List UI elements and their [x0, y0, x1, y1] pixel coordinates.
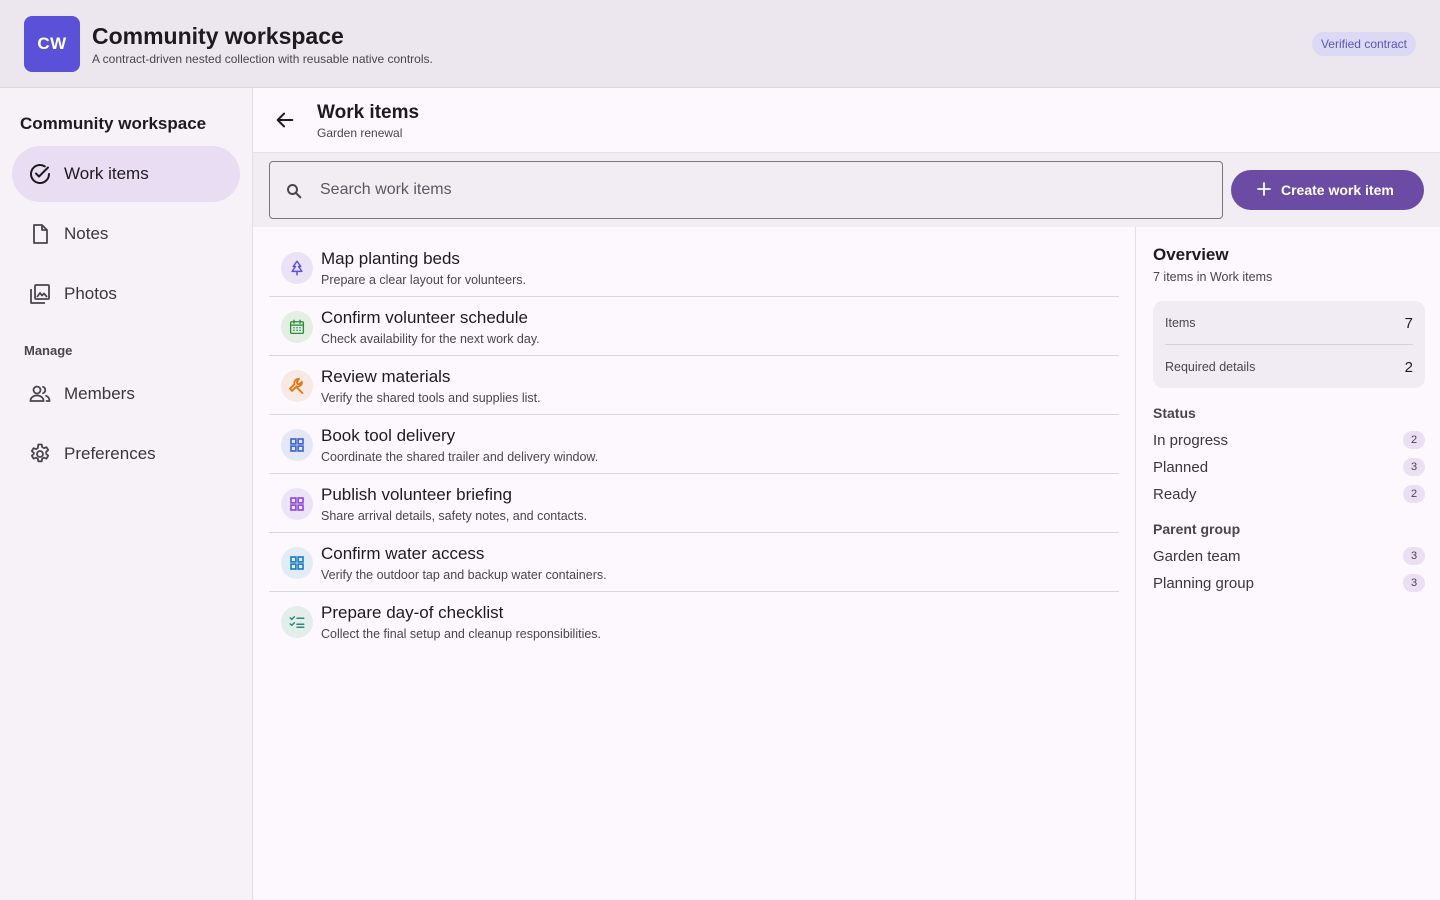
back-button[interactable] [271, 106, 299, 134]
stat-label: Required details [1165, 360, 1256, 374]
list-item[interactable]: Publish volunteer briefing Share arrival… [269, 474, 1119, 533]
item-title: Review materials [321, 367, 451, 386]
facet-label: Garden team [1153, 547, 1241, 565]
overview-title: Overview [1153, 245, 1229, 264]
list-item[interactable]: Review materials Verify the shared tools… [269, 356, 1119, 415]
list-item[interactable]: Prepare day-of checklist Collect the fin… [269, 592, 1119, 651]
app-header: CW Community workspace A contract-driven… [0, 0, 1440, 88]
grid-icon [281, 488, 313, 520]
overview-panel: Overview 7 items in Work items Items 7 R… [1135, 227, 1440, 900]
list-item[interactable]: Confirm water access Verify the outdoor … [269, 533, 1119, 592]
work-item-list: Map planting beds Prepare a clear layout… [269, 238, 1119, 651]
count-badge: 3 [1403, 458, 1425, 476]
sidebar-title: Community workspace [20, 114, 207, 133]
parent-filter-garden-team[interactable]: Garden team 3 [1153, 546, 1425, 566]
sidebar-item-label: Notes [64, 224, 109, 243]
grid-icon [281, 547, 313, 579]
sidebar-item-notes[interactable]: Notes [12, 206, 240, 262]
status-heading: Status [1153, 405, 1196, 421]
app-title: Community workspace [92, 23, 344, 49]
sidebar-item-work-items[interactable]: Work items [12, 146, 240, 202]
toolbar: Create work item [253, 153, 1440, 227]
count-badge: 2 [1403, 431, 1425, 449]
item-title: Publish volunteer briefing [321, 485, 512, 504]
tree-icon [281, 252, 313, 284]
status-filter-ready[interactable]: Ready 2 [1153, 484, 1425, 504]
stats-card: Items 7 Required details 2 [1153, 301, 1425, 388]
page-header: Work items Garden renewal [253, 88, 1440, 153]
sidebar-item-members[interactable]: Members [12, 366, 240, 422]
check-circle-icon [28, 162, 52, 186]
count-badge: 2 [1403, 485, 1425, 503]
count-badge: 3 [1403, 547, 1425, 565]
app-logo: CW [24, 16, 80, 72]
facet-label: In progress [1153, 431, 1229, 449]
sidebar: Community workspace Work items Notes Pho… [0, 88, 253, 900]
create-button-label: Create work item [1281, 182, 1394, 198]
plus-icon [1257, 182, 1271, 196]
sidebar-item-label: Work items [64, 164, 149, 183]
sidebar-item-photos[interactable]: Photos [12, 266, 240, 322]
sidebar-item-label: Preferences [64, 444, 156, 463]
item-description: Prepare a clear layout for volunteers. [321, 273, 526, 287]
item-description: Collect the final setup and cleanup resp… [321, 627, 602, 641]
list-item[interactable]: Map planting beds Prepare a clear layout… [269, 238, 1119, 297]
stat-value: 2 [1404, 358, 1413, 376]
gear-icon [28, 442, 52, 466]
count-badge: 3 [1403, 574, 1425, 592]
photo-library-icon [28, 282, 52, 306]
list-item[interactable]: Confirm volunteer schedule Check availab… [269, 297, 1119, 356]
sidebar-item-label: Members [64, 384, 135, 403]
item-description: Verify the outdoor tap and backup water … [321, 568, 607, 582]
grid-icon [281, 429, 313, 461]
item-title: Confirm volunteer schedule [321, 308, 528, 327]
item-description: Check availability for the next work day… [321, 332, 540, 346]
item-title: Prepare day-of checklist [321, 603, 504, 622]
sidebar-item-preferences[interactable]: Preferences [12, 426, 240, 482]
sidebar-item-label: Photos [64, 284, 117, 303]
search-field[interactable] [269, 161, 1223, 219]
search-input[interactable] [320, 163, 1210, 217]
calendar-icon [281, 311, 313, 343]
people-icon [28, 382, 52, 406]
stat-label: Items [1165, 316, 1196, 330]
app-subtitle: A contract-driven nested collection with… [92, 52, 433, 66]
item-description: Coordinate the shared trailer and delive… [321, 450, 599, 464]
page-subtitle: Garden renewal [317, 126, 403, 140]
arrow-left-icon [276, 112, 294, 128]
status-filter-planned[interactable]: Planned 3 [1153, 457, 1425, 477]
search-icon [285, 182, 303, 200]
item-title: Book tool delivery [321, 426, 456, 445]
page-title: Work items [317, 102, 420, 123]
wrench-icon [281, 370, 313, 402]
document-icon [28, 222, 52, 246]
item-description: Share arrival details, safety notes, and… [321, 509, 588, 523]
facet-label: Planned [1153, 458, 1209, 476]
facet-label: Ready [1153, 485, 1197, 503]
item-title: Map planting beds [321, 249, 460, 268]
overview-subtitle: 7 items in Work items [1153, 270, 1273, 284]
checklist-icon [281, 606, 313, 638]
verified-badge: Verified contract [1311, 32, 1416, 56]
parent-group-heading: Parent group [1153, 521, 1241, 537]
status-filter-in-progress[interactable]: In progress 2 [1153, 430, 1425, 450]
create-work-item-button[interactable]: Create work item [1231, 170, 1424, 210]
parent-filter-planning-group[interactable]: Planning group 3 [1153, 573, 1425, 593]
stat-value: 7 [1404, 314, 1413, 332]
stat-items: Items 7 [1165, 303, 1413, 343]
list-item[interactable]: Book tool delivery Coordinate the shared… [269, 415, 1119, 474]
item-title: Confirm water access [321, 544, 485, 563]
sidebar-section-manage: Manage [24, 343, 73, 358]
item-description: Verify the shared tools and supplies lis… [321, 391, 541, 405]
facet-label: Planning group [1153, 574, 1254, 592]
stat-required-details: Required details 2 [1165, 347, 1413, 387]
divider [1165, 344, 1413, 345]
